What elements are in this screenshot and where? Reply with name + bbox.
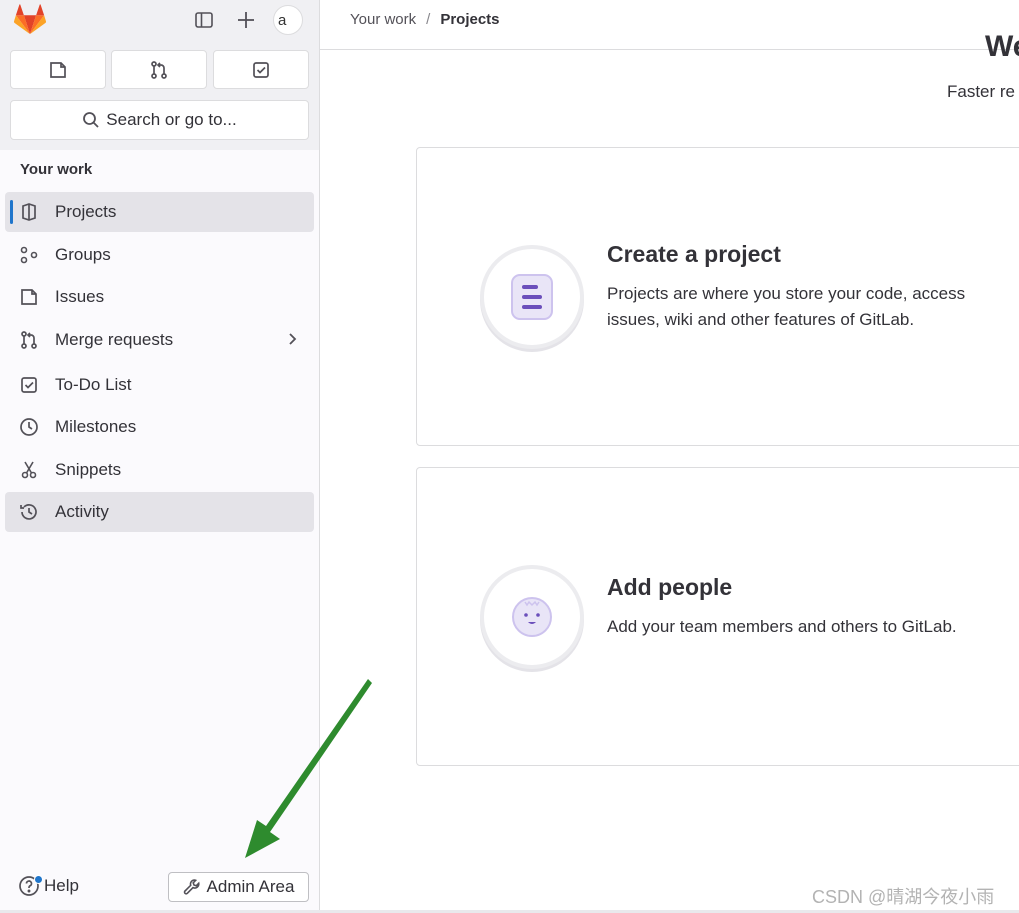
- merge-request-icon: [5, 330, 55, 350]
- avatar[interactable]: a: [273, 5, 303, 35]
- todo-icon: [253, 61, 269, 78]
- sidebar-item-label: Groups: [55, 245, 111, 264]
- active-indicator: [10, 200, 13, 224]
- sidebar-item-label: Activity: [55, 502, 109, 521]
- search-placeholder: Search or go to...: [106, 110, 237, 129]
- sidebar-header: a Search or go to...: [0, 0, 319, 150]
- add-people-title: Add people: [607, 574, 733, 600]
- sidebar-item-label: Snippets: [55, 460, 122, 479]
- sidebar-item-merge-requests[interactable]: Merge requests: [5, 320, 314, 360]
- breadcrumb-projects[interactable]: Projects: [440, 11, 499, 28]
- admin-area-label: Admin Area: [206, 877, 295, 896]
- sidebar-item-activity[interactable]: Activity: [5, 492, 314, 532]
- notification-dot: [34, 875, 43, 884]
- sidebar-item-issues[interactable]: Issues: [5, 277, 314, 317]
- plus-icon[interactable]: [232, 6, 260, 34]
- sidebar-item-label: Issues: [55, 287, 105, 306]
- chevron-right-icon[interactable]: [284, 331, 300, 352]
- add-people-card[interactable]: Add people Add your team members and oth…: [416, 467, 1019, 766]
- todo-icon: [5, 375, 55, 395]
- page-subtitle: Faster re: [947, 82, 1016, 101]
- sidebar-item-snippets[interactable]: Snippets: [5, 450, 314, 490]
- milestone-icon: [5, 417, 55, 437]
- help-label: Help: [44, 876, 79, 895]
- create-project-description: Projects are where you store your code, …: [607, 284, 966, 329]
- watermark: CSDN @晴湖今夜小雨: [812, 887, 995, 907]
- wrench-icon: [183, 879, 200, 895]
- search-input[interactable]: Search or go to...: [10, 100, 309, 140]
- todo-quick-button[interactable]: [213, 50, 309, 89]
- sidebar-item-label: Merge requests: [55, 330, 174, 349]
- breadcrumb: Your work / Projects: [350, 11, 500, 28]
- page-title: We: [985, 30, 1019, 63]
- create-project-card[interactable]: Create a project Projects are where you …: [416, 147, 1019, 446]
- admin-area-button[interactable]: Admin Area: [168, 872, 309, 902]
- sidebar-item-label: Projects: [55, 202, 117, 221]
- merge-request-icon: [151, 60, 167, 79]
- search-icon: [83, 112, 99, 128]
- merge-requests-quick-button[interactable]: [111, 50, 207, 89]
- sidebar-item-projects[interactable]: Projects: [5, 192, 314, 232]
- group-icon: [5, 245, 55, 265]
- create-project-title: Create a project: [607, 241, 781, 267]
- people-illustration-icon: [480, 565, 584, 669]
- sidebar-item-milestones[interactable]: Milestones: [5, 407, 314, 447]
- breadcrumb-separator: /: [426, 11, 431, 28]
- snippet-icon: [5, 460, 55, 480]
- sidebar-item-label: Milestones: [55, 417, 137, 436]
- add-people-description: Add your team members and others to GitL…: [607, 617, 957, 636]
- help-button[interactable]: Help: [18, 875, 79, 897]
- top-bar: Your work / Projects: [320, 0, 1019, 50]
- sidebar-toggle-icon[interactable]: [190, 6, 218, 34]
- annotation-arrow-icon: [245, 679, 372, 858]
- gitlab-logo-icon[interactable]: [13, 4, 47, 36]
- breadcrumb-your-work[interactable]: Your work: [350, 11, 416, 28]
- avatar-alt-text: a: [278, 11, 287, 29]
- sidebar-item-todo-list[interactable]: To-Do List: [5, 365, 314, 405]
- sidebar-item-groups[interactable]: Groups: [5, 235, 314, 275]
- section-label: Your work: [20, 161, 93, 178]
- issues-icon: [50, 61, 66, 78]
- history-icon: [5, 502, 55, 522]
- issues-quick-button[interactable]: [10, 50, 106, 89]
- sidebar-item-label: To-Do List: [55, 375, 132, 394]
- issues-icon: [5, 287, 55, 307]
- project-illustration-icon: [480, 245, 584, 349]
